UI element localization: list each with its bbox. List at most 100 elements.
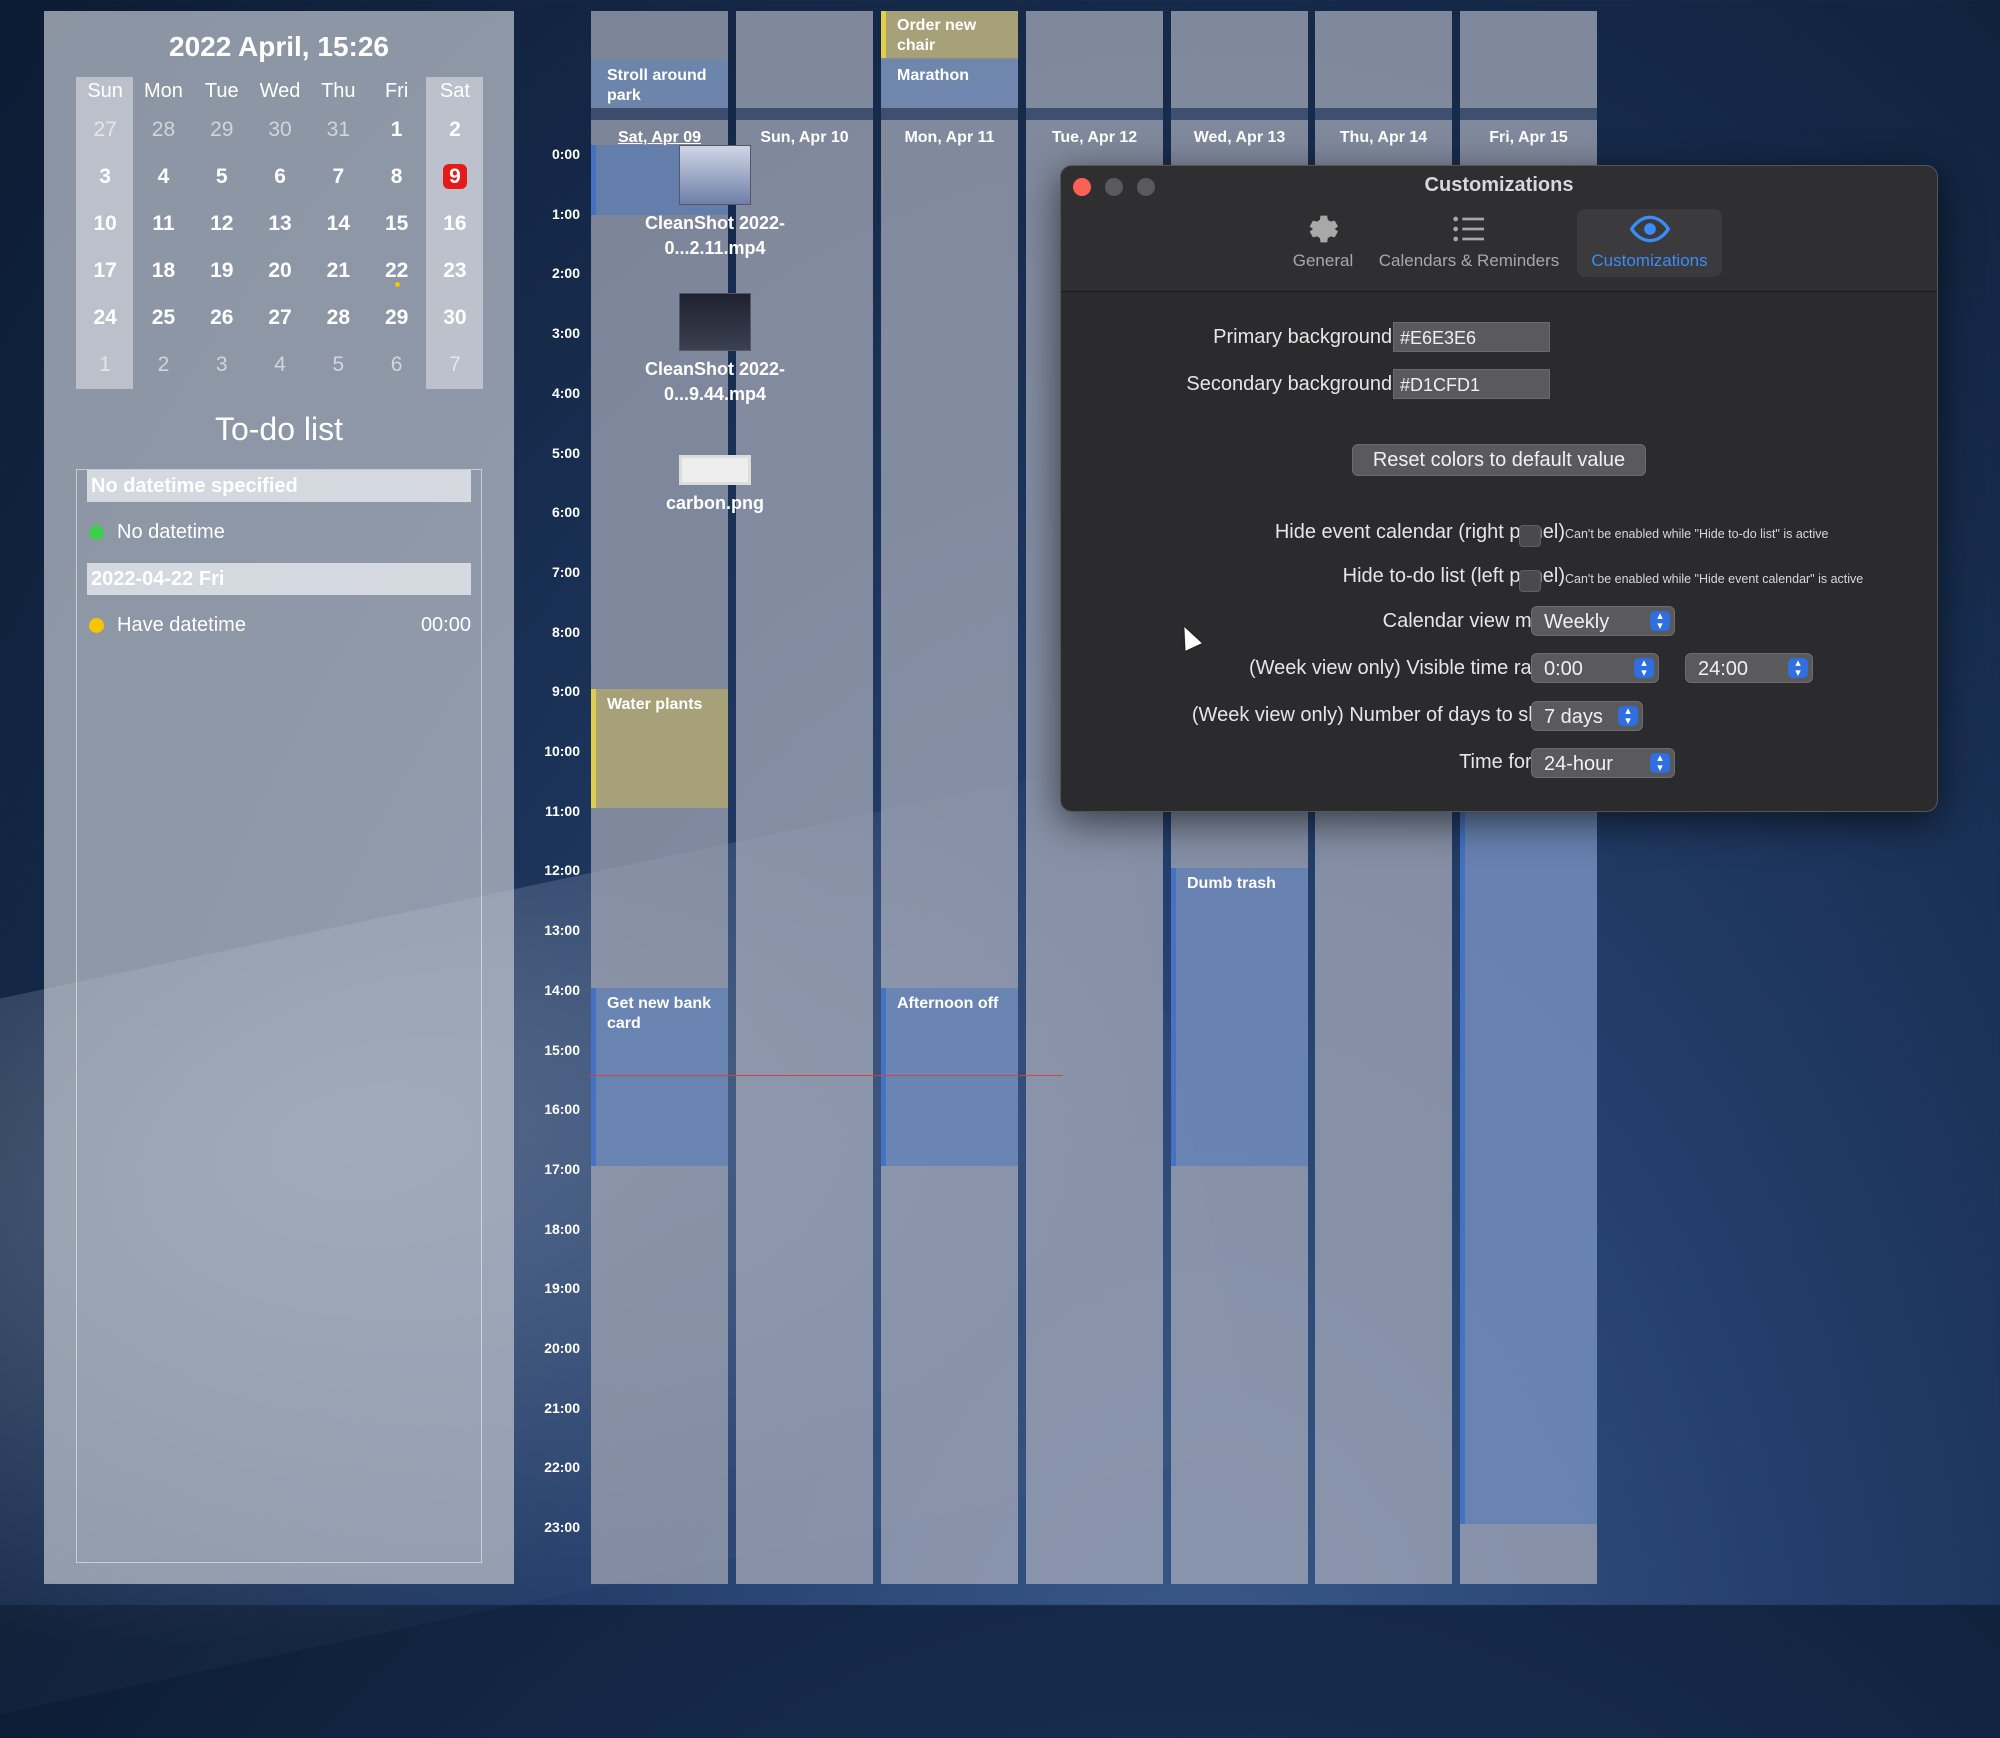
file-name: carbon.png — [666, 493, 764, 513]
hour-label: 15:00 — [544, 1041, 580, 1058]
calendar-day[interactable]: 24 — [76, 294, 134, 341]
allday-event[interactable]: Marathon — [881, 60, 1018, 108]
day-header[interactable]: Wed, Apr 13 — [1171, 120, 1308, 156]
calendar-day[interactable]: 12 — [193, 200, 251, 247]
day-column[interactable]: Mon, Apr 11 — [881, 11, 1018, 1584]
days-to-show-select[interactable]: 7 days ▴ ▾ — [1531, 701, 1643, 731]
calendar-day[interactable]: 7 — [426, 341, 484, 388]
hide-todo-checkbox[interactable] — [1519, 570, 1541, 592]
time-range-start-select[interactable]: 0:00 ▴ ▾ — [1531, 653, 1659, 683]
primary-bg-field[interactable]: #E6E3E6 — [1393, 322, 1550, 352]
allday-event[interactable]: Order new chair — [881, 11, 1018, 58]
calendar-day[interactable]: 1 — [76, 341, 134, 388]
time-range-label: (Week view only) Visible time range — [1248, 657, 1565, 679]
tab-customizations[interactable]: Customizations — [1577, 209, 1722, 277]
calendar-day[interactable]: 2 — [134, 341, 192, 388]
hour-label: 21:00 — [544, 1399, 580, 1416]
calendar-day[interactable]: 4 — [134, 153, 192, 200]
calendar-day[interactable]: 11 — [134, 200, 192, 247]
calendar-day[interactable]: 31 — [309, 106, 367, 153]
tab-general[interactable]: General — [1283, 209, 1363, 277]
calendar-day[interactable]: 28 — [309, 294, 367, 341]
allday-event[interactable]: Stroll around park — [591, 60, 728, 108]
file-attachment[interactable]: CleanShot 2022-0...2.11.mp4 — [600, 145, 830, 261]
event-block[interactable] — [1460, 808, 1597, 1524]
event-block[interactable]: Afternoon off — [881, 988, 1018, 1166]
event-block[interactable]: Get new bank card — [591, 988, 728, 1166]
time-format-select[interactable]: 24-hour ▴ ▾ — [1531, 748, 1675, 778]
day-header[interactable]: Mon, Apr 11 — [881, 120, 1018, 156]
calendar-day[interactable]: 29 — [193, 106, 251, 153]
file-name: CleanShot 2022-0...2.11.mp4 — [644, 213, 786, 258]
column-separator — [881, 108, 1018, 120]
secondary-bg-label: Secondary background color — [1186, 373, 1441, 395]
calendar-day[interactable]: 1 — [367, 106, 425, 153]
calendar-day[interactable]: 6 — [251, 153, 309, 200]
hour-label: 12:00 — [544, 862, 580, 879]
calendar-day[interactable]: 5 — [193, 153, 251, 200]
weekday-header: Thu — [321, 80, 356, 102]
weekday-header: Mon — [143, 80, 183, 102]
calendar-day[interactable]: 2 — [426, 106, 484, 153]
weekday-header: Fri — [384, 80, 409, 102]
calendar-day[interactable]: 10 — [76, 200, 134, 247]
weekday-header: Sun — [87, 80, 123, 102]
day-header[interactable]: Fri, Apr 15 — [1460, 120, 1597, 156]
status-dot-icon — [89, 618, 104, 633]
calendar-day[interactable]: 4 — [251, 341, 309, 388]
calendar-day[interactable]: 14 — [309, 200, 367, 247]
day-header[interactable]: Thu, Apr 14 — [1315, 120, 1452, 156]
todo-item[interactable]: Have datetime 00:00 — [87, 609, 471, 641]
todo-title: To-do list — [214, 411, 344, 447]
calendar-day[interactable]: 28 — [134, 106, 192, 153]
hour-label: 0:00 — [551, 146, 580, 162]
calendar-day[interactable]: 5 — [309, 341, 367, 388]
customizations-window: Customizations General Calendars & Remin… — [1060, 165, 1938, 812]
calendar-day[interactable]: 3 — [76, 153, 134, 200]
calendar-day-today[interactable]: 9 — [426, 153, 484, 200]
calendar-day[interactable]: 30 — [251, 106, 309, 153]
tab-label: Calendars & Reminders — [1378, 251, 1560, 270]
calendar-day[interactable]: 16 — [426, 200, 484, 247]
calendar-day[interactable]: 22 — [367, 247, 425, 294]
calendar-day[interactable]: 18 — [134, 247, 192, 294]
calendar-day[interactable]: 3 — [193, 341, 251, 388]
calendar-day[interactable]: 8 — [367, 153, 425, 200]
secondary-bg-field[interactable]: #D1CFD1 — [1393, 369, 1550, 399]
column-separator — [1460, 108, 1597, 120]
todo-section-header: No datetime specified — [87, 470, 471, 502]
file-attachment[interactable]: CleanShot 2022-0...9.44.mp4 — [600, 293, 830, 407]
event-block[interactable]: Dumb trash — [1171, 868, 1308, 1166]
calendar-day[interactable]: 21 — [309, 247, 367, 294]
calendar-day[interactable]: 25 — [134, 294, 192, 341]
todo-item-text: Have datetime — [117, 614, 246, 636]
hour-label: 4:00 — [551, 384, 580, 401]
column-separator — [1026, 108, 1163, 120]
calendar-day[interactable]: 17 — [76, 247, 134, 294]
view-mode-select[interactable]: Weekly ▴ ▾ — [1531, 606, 1675, 636]
calendar-day[interactable]: 15 — [367, 200, 425, 247]
calendar-day[interactable]: 23 — [426, 247, 484, 294]
hide-event-checkbox[interactable] — [1519, 525, 1541, 547]
calendar-day[interactable]: 6 — [367, 341, 425, 388]
calendar-day[interactable]: 29 — [367, 294, 425, 341]
eye-icon — [1577, 209, 1722, 249]
reset-colors-button[interactable]: Reset colors to default value — [1352, 444, 1646, 476]
event-block[interactable]: Water plants — [591, 689, 728, 808]
current-time-line — [588, 1075, 1063, 1076]
hour-label: 5:00 — [551, 444, 580, 461]
calendar-day[interactable]: 27 — [76, 106, 134, 153]
calendar-day[interactable]: 19 — [193, 247, 251, 294]
tab-calendars-reminders[interactable]: Calendars & Reminders — [1369, 209, 1569, 277]
calendar-day[interactable]: 20 — [251, 247, 309, 294]
file-attachment[interactable]: carbon.png — [600, 455, 830, 516]
calendar-day[interactable]: 27 — [251, 294, 309, 341]
calendar-day[interactable]: 26 — [193, 294, 251, 341]
calendar-day[interactable]: 13 — [251, 200, 309, 247]
calendar-day[interactable]: 30 — [426, 294, 484, 341]
todo-item[interactable]: No datetime — [87, 516, 471, 548]
day-header[interactable]: Tue, Apr 12 — [1026, 120, 1163, 156]
tab-label: General — [1292, 251, 1354, 270]
calendar-day[interactable]: 7 — [309, 153, 367, 200]
time-range-end-select[interactable]: 24:00 ▴ ▾ — [1685, 653, 1813, 683]
